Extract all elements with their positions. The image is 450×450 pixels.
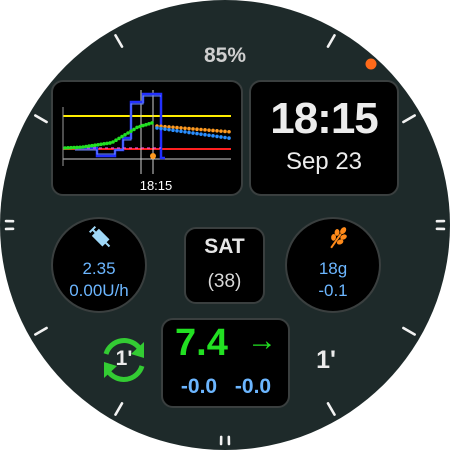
glucose-dot	[203, 132, 207, 137]
glucose-dot	[179, 129, 183, 134]
glucose-dot	[219, 129, 223, 133]
glucose-dot	[120, 134, 124, 139]
watch-face: 85% 18:15 18:15 Sep 23 2.35 0.00U/h SAT …	[0, 0, 450, 450]
glucose-dot	[183, 130, 187, 134]
glucose-dot	[195, 131, 199, 136]
glucose-dot	[191, 127, 195, 131]
glucose-dot	[155, 126, 159, 130]
glucose-dot	[215, 134, 219, 139]
glucose-dot	[207, 128, 211, 132]
glucose-dot	[191, 131, 195, 135]
glucose-dot	[175, 125, 179, 130]
insulin-panel[interactable]: 2.35 0.00U/h	[51, 217, 147, 313]
glucose-dot	[187, 126, 191, 131]
glucose-graph-panel[interactable]: 18:15	[51, 80, 243, 196]
insulin-on-board: 2.35	[82, 259, 116, 278]
syringe-icon	[88, 225, 111, 248]
glucose-dot	[163, 127, 167, 131]
glucose-panel[interactable]: 7.4 → -0.0 -0.0	[161, 318, 290, 408]
glucose-dot	[175, 129, 179, 133]
battery-level: 85%	[203, 44, 247, 67]
glucose-dot	[159, 126, 163, 131]
glucose-dot	[132, 127, 136, 132]
glucose-dot	[199, 132, 203, 136]
reading-age: 1'	[316, 346, 336, 374]
glucose-dot	[126, 131, 130, 135]
glucose-dot	[129, 129, 133, 133]
glucose-dot	[211, 128, 215, 133]
glucose-dot	[187, 130, 191, 135]
glucose-dot	[215, 129, 219, 133]
glucose-dot	[195, 127, 199, 131]
loop-minutes: 1'	[115, 347, 133, 370]
glucose-dot	[227, 129, 231, 134]
graph-time-label: 18:15	[139, 178, 173, 193]
treatment-marker	[150, 153, 156, 159]
glucose-readings	[63, 121, 231, 150]
glucose-avg-delta: -0.0	[234, 375, 272, 398]
glucose-dot	[219, 135, 223, 139]
glucose-dot	[167, 127, 171, 132]
glucose-dot	[199, 127, 203, 132]
wheat-icon	[330, 227, 347, 249]
glucose-delta: -0.0	[180, 375, 218, 398]
glucose-dot	[223, 129, 227, 134]
week-number: (38)	[207, 271, 242, 292]
glucose-value: 7.4	[175, 322, 228, 364]
carbs-delta: -0.1	[318, 281, 348, 300]
time-display: 18:15	[270, 94, 379, 143]
carbs-on-board: 18g	[318, 259, 348, 278]
date-display: Sep 23	[285, 148, 363, 175]
glucose-dot	[123, 133, 127, 137]
carbs-panel[interactable]: 18g -0.1	[285, 217, 381, 313]
status-dot	[365, 58, 377, 70]
day-panel[interactable]: SAT (38)	[184, 227, 265, 304]
glucose-dot	[111, 140, 115, 144]
trend-arrow: →	[247, 324, 277, 357]
glucose-dot	[171, 128, 175, 133]
glucose-dot	[227, 136, 231, 140]
basal-rate: 0.00U/h	[69, 281, 129, 300]
glucose-dot	[203, 128, 207, 132]
glucose-dot	[211, 134, 215, 138]
glucose-dot	[114, 138, 118, 142]
glucose-dot	[150, 121, 154, 125]
glucose-dot	[207, 133, 211, 138]
glucose-dot	[179, 126, 183, 130]
day-of-week: SAT	[204, 235, 245, 258]
glucose-dot	[183, 126, 187, 131]
glucose-dot	[223, 135, 227, 140]
time-panel[interactable]: 18:15 Sep 23	[249, 80, 399, 196]
glucose-dot	[117, 136, 121, 141]
